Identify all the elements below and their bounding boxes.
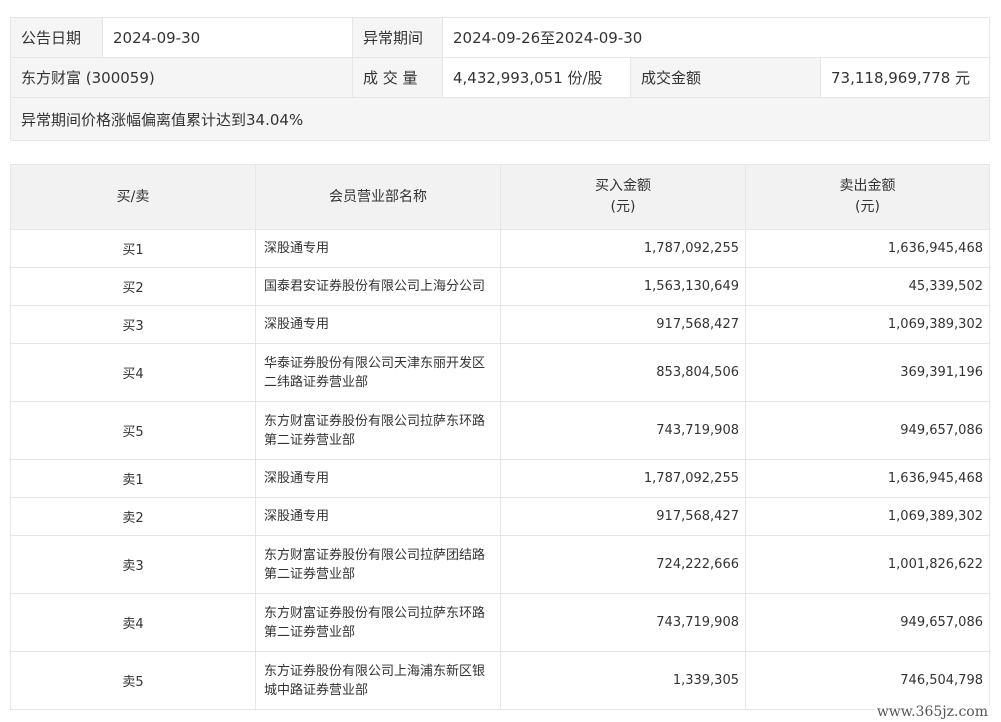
buy-amount-cell: 853,804,506: [500, 343, 746, 402]
header-sell-label: 卖出金额: [839, 178, 896, 194]
table-row: 卖3 东方财富证券股份有限公司拉萨团结路 第二证券营业部 724,222,666 …: [10, 535, 990, 594]
side-cell: 买1: [10, 229, 256, 268]
volume-label: 成 交 量: [352, 57, 443, 98]
volume-value: 4,432,993,051 份/股: [442, 57, 631, 98]
announce-date-value: 2024-09-30: [102, 17, 353, 58]
dept-line-1: 华泰证券股份有限公司天津东丽开发区: [264, 355, 486, 371]
buy-amount-cell: 1,787,092,255: [500, 229, 746, 268]
dept-line-1: 东方财富证券股份有限公司拉萨东环路: [264, 413, 486, 429]
buy-amount-cell: 1,787,092,255: [500, 459, 746, 498]
brokerage-detail-table: 买/卖 会员营业部名称 买入金额 (元) 卖出金额 (元) 买1 深股通专用 1…: [10, 164, 990, 710]
side-cell: 买2: [10, 267, 256, 306]
dept-cell: 东方财富证券股份有限公司拉萨团结路 第二证券营业部: [255, 535, 501, 594]
header-dept: 会员营业部名称: [255, 164, 501, 230]
dept-cell: 深股通专用: [255, 229, 501, 268]
dept-line-1: 深股通专用: [264, 471, 330, 486]
header-sell-amount: 卖出金额 (元): [745, 164, 990, 230]
table-row: 卖1 深股通专用 1,787,092,255 1,636,945,468: [10, 459, 990, 498]
side-cell: 卖2: [10, 497, 256, 536]
abnormal-period-label: 异常期间: [352, 17, 443, 58]
dept-cell: 深股通专用: [255, 497, 501, 536]
site-watermark: www.365jz.com: [873, 704, 991, 720]
table-row: 买4 华泰证券股份有限公司天津东丽开发区 二纬路证券营业部 853,804,506…: [10, 343, 990, 402]
dept-line-2: 城中路证券营业部: [264, 682, 369, 698]
dept-line-1: 国泰君安证券股份有限公司上海分公司: [264, 279, 486, 294]
table-row: 买5 东方财富证券股份有限公司拉萨东环路 第二证券营业部 743,719,908 …: [10, 401, 990, 460]
table-row: 买2 国泰君安证券股份有限公司上海分公司 1,563,130,649 45,33…: [10, 267, 990, 306]
dept-line-2: 第二证券营业部: [264, 624, 356, 640]
sell-amount-cell: 1,069,389,302: [745, 305, 990, 344]
trade-info-table: 公告日期 2024-09-30 异常期间 2024-09-26至2024-09-…: [9, 17, 991, 141]
dept-cell: 东方财富证券股份有限公司拉萨东环路 第二证券营业部: [255, 401, 501, 460]
sell-amount-cell: 1,001,826,622: [745, 535, 990, 594]
side-cell: 卖1: [10, 459, 256, 498]
sell-amount-cell: 949,657,086: [745, 593, 990, 652]
dept-line-1: 东方证券股份有限公司上海浦东新区银: [264, 663, 486, 679]
abnormal-period-value: 2024-09-26至2024-09-30: [441, 17, 991, 58]
header-buy-label: 买入金额: [595, 178, 651, 194]
side-cell: 卖3: [10, 535, 256, 594]
buy-amount-cell: 724,222,666: [500, 535, 746, 594]
dept-cell: 深股通专用: [255, 305, 501, 344]
amount-value: 73,118,969,778 元: [819, 57, 991, 98]
dept-line-1: 深股通专用: [264, 509, 330, 524]
dept-line-1: 东方财富证券股份有限公司拉萨团结路: [264, 547, 486, 563]
abnormal-reason: 异常期间价格涨幅偏离值累计达到34.04%: [9, 97, 991, 141]
dept-line-2: 二纬路证券营业部: [264, 374, 369, 390]
header-buy-amount: 买入金额 (元): [500, 164, 746, 230]
dept-cell: 东方证券股份有限公司上海浦东新区银 城中路证券营业部: [255, 651, 501, 710]
info-row: 公告日期 2024-09-30 异常期间 2024-09-26至2024-09-…: [10, 17, 991, 58]
announce-date-label: 公告日期: [10, 17, 103, 58]
side-cell: 卖4: [10, 593, 256, 652]
header-buy-unit: (元): [610, 199, 636, 215]
side-cell: 买5: [10, 401, 256, 460]
sell-amount-cell: 949,657,086: [745, 401, 990, 460]
table-header-row: 买/卖 会员营业部名称 买入金额 (元) 卖出金额 (元): [10, 164, 990, 230]
dept-cell: 国泰君安证券股份有限公司上海分公司: [255, 267, 501, 306]
amount-label: 成交金额: [630, 57, 821, 98]
dept-cell: 华泰证券股份有限公司天津东丽开发区 二纬路证券营业部: [255, 343, 501, 402]
table-row: 卖2 深股通专用 917,568,427 1,069,389,302: [10, 497, 990, 536]
sell-amount-cell: 746,504,798: [745, 651, 990, 710]
sell-amount-cell: 1,069,389,302: [745, 497, 990, 536]
sell-amount-cell: 1,636,945,468: [745, 229, 990, 268]
dept-cell: 深股通专用: [255, 459, 501, 498]
dept-line-1: 深股通专用: [264, 317, 330, 332]
dept-cell: 东方财富证券股份有限公司拉萨东环路 第二证券营业部: [255, 593, 501, 652]
side-cell: 买3: [10, 305, 256, 344]
buy-amount-cell: 743,719,908: [500, 401, 746, 460]
buy-amount-cell: 1,339,305: [500, 651, 746, 710]
dept-line-2: 第二证券营业部: [264, 566, 356, 582]
sell-amount-cell: 369,391,196: [745, 343, 990, 402]
side-cell: 买4: [10, 343, 256, 402]
buy-amount-cell: 1,563,130,649: [500, 267, 746, 306]
sell-amount-cell: 1,636,945,468: [745, 459, 990, 498]
sell-amount-cell: 45,339,502: [745, 267, 990, 306]
header-sell-unit: (元): [855, 199, 880, 215]
table-row: 买1 深股通专用 1,787,092,255 1,636,945,468: [10, 229, 990, 268]
dept-line-1: 深股通专用: [264, 241, 330, 256]
dept-line-2: 第二证券营业部: [264, 432, 356, 448]
header-side: 买/卖: [10, 164, 256, 230]
table-row: 卖5 东方证券股份有限公司上海浦东新区银 城中路证券营业部 1,339,305 7…: [10, 651, 990, 710]
buy-amount-cell: 743,719,908: [500, 593, 746, 652]
info-row: 东方财富 (300059) 成 交 量 4,432,993,051 份/股 成交…: [10, 57, 991, 98]
stock-name: 东方财富 (300059): [10, 57, 353, 98]
buy-amount-cell: 917,568,427: [500, 305, 746, 344]
table-row: 卖4 东方财富证券股份有限公司拉萨东环路 第二证券营业部 743,719,908 …: [10, 593, 990, 652]
buy-amount-cell: 917,568,427: [500, 497, 746, 536]
dept-line-1: 东方财富证券股份有限公司拉萨东环路: [264, 605, 486, 621]
table-row: 买3 深股通专用 917,568,427 1,069,389,302: [10, 305, 990, 344]
side-cell: 卖5: [10, 651, 256, 710]
info-row: 异常期间价格涨幅偏离值累计达到34.04%: [9, 97, 991, 141]
